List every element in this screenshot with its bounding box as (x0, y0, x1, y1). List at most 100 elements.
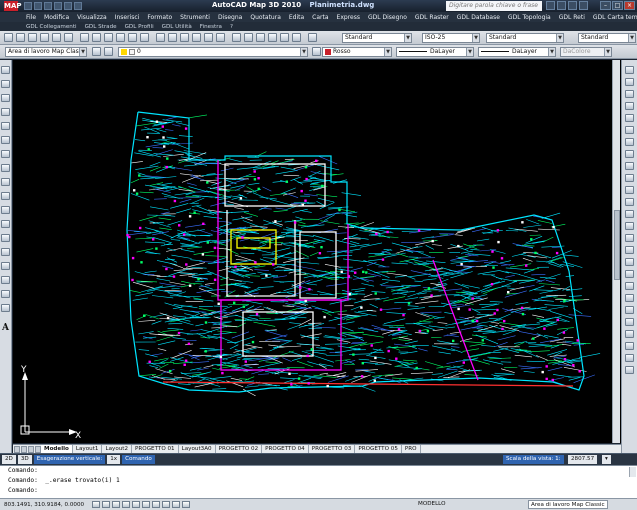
break-icon[interactable] (625, 210, 634, 218)
coordinate-readout[interactable]: 803.1491, 310.9184, 0.0000 (0, 502, 90, 508)
construction-line-icon[interactable] (1, 80, 10, 88)
offset-icon[interactable] (625, 102, 634, 110)
block-editor-icon[interactable] (140, 33, 149, 42)
linetype-select[interactable]: DaLayer ▼ (396, 47, 474, 57)
quickcalc-icon[interactable] (292, 33, 301, 42)
undo-icon[interactable] (156, 33, 165, 42)
polygon-icon[interactable] (1, 108, 10, 116)
menu-item-disegna[interactable]: Disegna (218, 14, 242, 21)
view-2d-button[interactable]: 2D (2, 455, 16, 464)
site-plan-drawing[interactable] (13, 60, 621, 443)
favorites-icon[interactable] (568, 1, 577, 10)
match-properties-icon[interactable] (128, 33, 137, 42)
circle-icon[interactable] (1, 150, 10, 158)
menu-item-visualizza[interactable]: Visualizza (77, 14, 107, 21)
ducs-toggle-icon[interactable] (152, 501, 160, 508)
layer-walk-icon[interactable] (625, 342, 634, 350)
make-current-layer-icon[interactable] (312, 47, 321, 56)
copy-icon[interactable] (104, 33, 113, 42)
sheet-set-icon[interactable] (268, 33, 277, 42)
paste-icon[interactable] (116, 33, 125, 42)
color-select[interactable]: Rosso ▼ (322, 47, 392, 57)
tab-layout1[interactable]: Layout1 (73, 445, 103, 453)
menu-item-gdl-topologia[interactable]: GDL Topologia (508, 14, 551, 21)
layer-off-icon[interactable] (625, 270, 634, 278)
menu-item-edita[interactable]: Edita (289, 14, 304, 21)
menu-item-modifica[interactable]: Modifica (44, 14, 69, 21)
mirror-icon[interactable] (625, 90, 634, 98)
drawing-canvas[interactable] (13, 60, 621, 443)
hatch-icon[interactable] (1, 262, 10, 270)
tab-progetto-05[interactable]: PROGETTO 05 (355, 445, 402, 453)
layer-isolate-icon[interactable] (625, 282, 634, 290)
tab-modello[interactable]: Modello (41, 445, 73, 453)
communication-center-icon[interactable] (557, 1, 566, 10)
chamfer-icon[interactable] (625, 234, 634, 242)
properties-icon[interactable] (232, 33, 241, 42)
layer-match-icon[interactable] (625, 330, 634, 338)
move-icon[interactable] (625, 126, 634, 134)
plot-icon[interactable] (74, 2, 82, 10)
menu-item-formato[interactable]: Formato (147, 14, 172, 21)
command-prompt[interactable]: Comando: (8, 486, 637, 496)
minimize-button[interactable]: – (600, 1, 611, 10)
break-at-point-icon[interactable] (625, 198, 634, 206)
menu-item-gdl-disegno[interactable]: GDL Disegno (368, 14, 407, 21)
polar-toggle-icon[interactable] (122, 501, 130, 508)
osnap-toggle-icon[interactable] (132, 501, 140, 508)
menu-item-quotatura[interactable]: Quotatura (250, 14, 281, 21)
menu-item-inserisci[interactable]: Inserisci (115, 14, 140, 21)
otrack-toggle-icon[interactable] (142, 501, 150, 508)
copy-object-icon[interactable] (625, 78, 634, 86)
app-menu-icon[interactable]: MAP (4, 1, 22, 11)
menu-item-carta[interactable]: Carta (312, 14, 328, 21)
menu-item-file[interactable]: File (26, 14, 36, 21)
grid-toggle-icon[interactable] (102, 501, 110, 508)
extend-icon[interactable] (625, 186, 634, 194)
command-line[interactable]: Comando: Comando: _.erase trovato(i) 1 C… (0, 465, 637, 498)
gradient-icon[interactable] (1, 276, 10, 284)
lineweight-select[interactable]: DaLayer ▼ (478, 47, 556, 57)
menu-item-finestra[interactable]: Finestra (200, 24, 222, 30)
pan-icon[interactable] (180, 33, 189, 42)
scrollbar-thumb[interactable] (614, 210, 620, 280)
zoom-realtime-icon[interactable] (192, 33, 201, 42)
undo-icon[interactable] (54, 2, 62, 10)
new-icon[interactable] (4, 33, 13, 42)
tab-progetto-03[interactable]: PROGETTO 03 (309, 445, 356, 453)
fillet-icon[interactable] (625, 246, 634, 254)
tab-nav-first-icon[interactable] (14, 445, 20, 453)
table-style-select[interactable]: Standard ▼ (486, 33, 564, 43)
ortho-toggle-icon[interactable] (112, 501, 120, 508)
ellipse-arc-icon[interactable] (1, 206, 10, 214)
workspace-switch[interactable]: Area di lavoro Map Classic (528, 500, 608, 509)
layer-select[interactable]: 0 ▼ (118, 47, 308, 57)
table-icon[interactable] (1, 304, 10, 312)
make-block-icon[interactable] (1, 234, 10, 242)
help-icon[interactable] (308, 33, 317, 42)
multiline-text-icon[interactable]: A (1, 323, 10, 333)
rotate-icon[interactable] (625, 138, 634, 146)
publish-icon[interactable] (64, 33, 73, 42)
scale-lock-icon[interactable]: ▾ (602, 455, 611, 464)
polyline-icon[interactable] (1, 94, 10, 102)
workspace-select[interactable]: Area di lavoro Map Classic ▼ (5, 47, 87, 57)
redo-icon[interactable] (64, 2, 72, 10)
menu-item-gdl-collegamenti[interactable]: GDL Collegamenti (26, 24, 77, 30)
redo-icon[interactable] (168, 33, 177, 42)
preview-icon[interactable] (52, 33, 61, 42)
ellipse-icon[interactable] (1, 192, 10, 200)
close-button[interactable]: × (624, 1, 635, 10)
menu-item-gdl-profili[interactable]: GDL Profili (125, 24, 154, 30)
tab-pro[interactable]: PRO (402, 445, 421, 453)
cut-icon[interactable] (92, 33, 101, 42)
quick-properties-icon[interactable] (182, 501, 190, 508)
3d-print-icon[interactable] (80, 33, 89, 42)
model-space-toggle[interactable]: MODELLO (418, 501, 446, 507)
search-icon[interactable] (546, 1, 555, 10)
exaggeration-select[interactable]: 1x (107, 455, 121, 464)
text-style-select[interactable]: Standard ▼ (342, 33, 412, 43)
workspace-settings-icon[interactable] (92, 47, 101, 56)
dim-style-select[interactable]: ISO-25 ▼ (422, 33, 480, 43)
save-icon[interactable] (44, 2, 52, 10)
